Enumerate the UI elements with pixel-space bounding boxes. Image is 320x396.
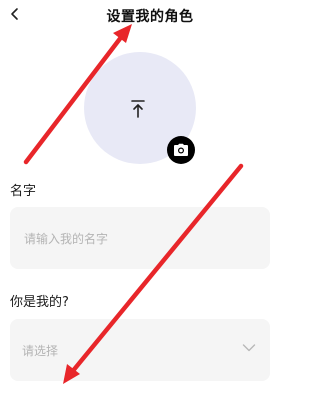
name-label: 名字 [10,184,37,199]
name-field-container [10,207,270,271]
name-input[interactable] [22,207,262,271]
chevron-down-icon [242,344,256,352]
header-bar: 设置我的角色 [0,0,300,32]
role-setup-page: 设置我的角色 名字 你是我的? 请选择 [0,0,300,396]
page-title: 设置我的角色 [106,9,194,25]
camera-button[interactable] [167,136,195,164]
upload-icon [131,100,145,118]
relation-select[interactable]: 请选择 [10,319,270,381]
relation-label: 你是我的? [10,295,69,310]
camera-icon [174,143,188,156]
relation-select-placeholder: 请选择 [22,344,59,358]
